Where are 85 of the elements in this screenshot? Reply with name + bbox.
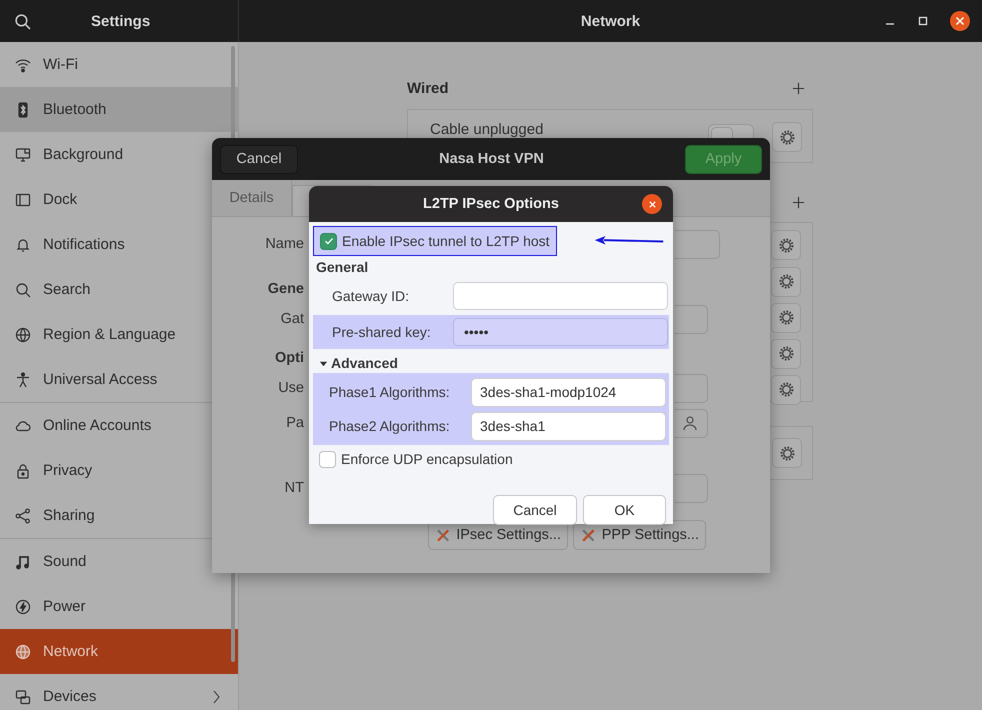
arrow — [594, 236, 664, 245]
input-field[interactable] — [674, 304, 708, 334]
input-field[interactable] — [674, 374, 708, 402]
search-icon[interactable] — [14, 12, 31, 30]
gear-icon — [778, 128, 796, 146]
sidebar-item[interactable]: Wi-Fi — [0, 42, 238, 87]
sidebar-item[interactable]: Sound — [0, 539, 238, 584]
section-heading: Wired — [407, 80, 449, 96]
input-field[interactable] — [674, 474, 708, 502]
dialog-title: L2TP IPsec Options — [423, 196, 559, 212]
cancel-button[interactable]: Cancel — [220, 144, 298, 174]
gear-icon — [778, 345, 794, 362]
close-button[interactable] — [642, 194, 662, 214]
settings-button[interactable] — [771, 266, 801, 296]
section-heading: Gene — [266, 281, 304, 297]
field-label: Phase2 Algorithms: — [328, 418, 451, 434]
devices-icon — [15, 688, 31, 704]
music-note-icon — [15, 554, 31, 570]
close-icon[interactable] — [950, 11, 970, 31]
field-label: Use — [277, 380, 304, 396]
settings-button[interactable] — [772, 122, 802, 152]
settings-button[interactable] — [771, 338, 801, 368]
sidebar-title: Settings — [91, 12, 150, 30]
sidebar-item[interactable]: Region & Language — [0, 312, 238, 357]
input-field[interactable]: 3des-sha1 — [471, 412, 666, 440]
share-icon — [15, 508, 31, 524]
bell-icon — [15, 236, 31, 252]
field-label: Pa — [285, 415, 304, 431]
globe-icon — [15, 644, 31, 660]
settings-button[interactable] — [771, 374, 801, 404]
gear-icon — [778, 236, 794, 254]
input-field[interactable]: 3des-sha1-modp1024 — [471, 378, 666, 406]
gear-icon — [778, 309, 794, 326]
connection-status: Cable unplugged — [430, 121, 544, 138]
input-field[interactable]: ••••• — [453, 318, 668, 346]
monitor-icon — [15, 146, 31, 162]
user-icon — [682, 415, 698, 431]
settings-button[interactable] — [772, 438, 802, 468]
sidebar-item[interactable]: Sharing — [0, 493, 238, 538]
sidebar-item[interactable]: Online Accounts — [0, 403, 238, 448]
field-label: Gat — [280, 311, 304, 327]
person-icon — [15, 372, 31, 388]
udp-checkbox[interactable]: Enforce UDP encapsulation — [313, 450, 669, 468]
section-heading: General — [316, 259, 370, 277]
maximize-icon[interactable] — [917, 15, 929, 27]
add-icon[interactable] — [792, 196, 805, 208]
add-icon[interactable] — [792, 82, 805, 94]
search-icon — [15, 282, 31, 298]
ok-button[interactable]: OK — [583, 495, 666, 525]
gear-icon — [778, 273, 794, 290]
dock-icon — [15, 192, 31, 208]
wifi-icon — [15, 56, 31, 72]
lock-icon — [15, 462, 31, 478]
sidebar-item[interactable]: Devices — [0, 674, 238, 710]
tools-icon — [580, 526, 597, 544]
sidebar-item[interactable]: Power — [0, 584, 238, 629]
sidebar-item[interactable]: Universal Access — [0, 357, 238, 402]
gear-icon — [778, 381, 794, 398]
field-label: Pre-shared key: — [331, 324, 432, 340]
input-field[interactable] — [453, 282, 668, 310]
field-label: NT — [284, 480, 304, 496]
field-label: Gateway ID: — [331, 288, 410, 304]
sidebar-item[interactable]: Search — [0, 267, 238, 312]
window-title: Network — [580, 12, 640, 30]
gear-icon — [778, 444, 796, 462]
input-field[interactable] — [674, 408, 708, 438]
close-icon — [648, 200, 656, 208]
field-label: Name — [264, 236, 304, 252]
sidebar-item[interactable]: Network — [0, 629, 238, 674]
power-icon — [15, 598, 31, 614]
tools-icon — [435, 526, 452, 544]
sidebar-item[interactable]: Notifications — [0, 222, 238, 267]
expander[interactable]: Advanced — [319, 355, 669, 371]
field-label: Phase1 Algorithms: — [328, 384, 451, 400]
input-field[interactable] — [674, 230, 720, 258]
dialog-title: Nasa Host VPN — [439, 151, 544, 167]
globe-icon — [15, 326, 31, 342]
enable-checkbox[interactable]: Enable IPsec tunnel to L2TP host — [314, 232, 550, 250]
triangle-icon — [319, 358, 328, 368]
section-heading: Opti — [274, 350, 304, 366]
sidebar-item[interactable]: Privacy — [0, 448, 238, 493]
settings-button[interactable] — [771, 302, 801, 332]
sidebar-item[interactable]: Bluetooth — [0, 87, 238, 132]
settings-button[interactable] — [771, 230, 801, 260]
cancel-button[interactable]: Cancel — [493, 495, 577, 525]
